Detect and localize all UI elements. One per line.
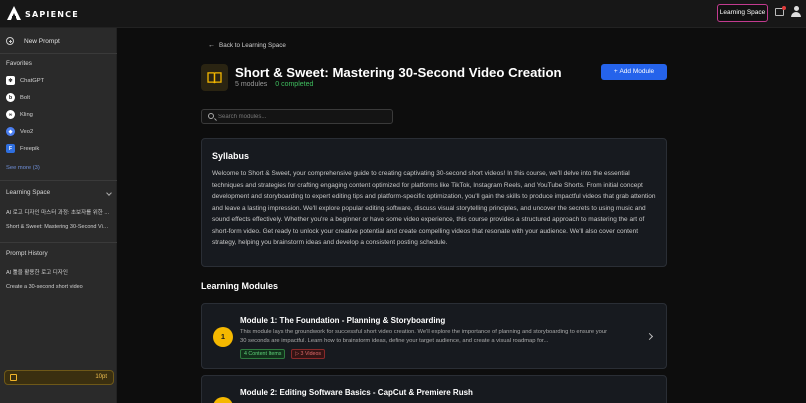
favorite-label: Bolt [20,94,30,101]
module-number: 2 [213,397,233,403]
prompt-history-item[interactable]: Create a 30-second short video [6,284,110,290]
favorite-item-veo2[interactable]: ◆ Veo2 [6,127,33,136]
sidebar-divider [0,53,117,54]
back-link[interactable]: ← Back to Learning Space [208,42,286,49]
see-more-link[interactable]: See more (3) [6,165,40,171]
user-icon-head [794,6,799,11]
syllabus-card: Syllabus Welcome to Short & Sweet, your … [201,138,667,267]
user-icon-body [791,12,801,17]
veo2-icon: ◆ [6,127,15,136]
image-gallery-icon[interactable] [775,6,786,16]
favorite-label: Freepik [20,145,40,152]
arrow-left-icon: ← [208,42,215,49]
videos-badge: ▷ 3 Videos [291,349,326,359]
favorite-label: Veo2 [20,128,34,135]
chatgpt-icon: ✻ [6,76,15,85]
kling-icon: ∞ [6,110,15,119]
chevron-right-icon[interactable] [645,332,654,341]
sapience-logo-icon [7,6,21,20]
module-title: Module 2: Editing Software Basics - CapC… [240,388,473,397]
course-meta: 5 modules 0 completed [235,81,313,88]
module-card[interactable]: 1 Module 1: The Foundation - Planning & … [201,303,667,369]
learning-space-item[interactable]: Short & Sweet: Mastering 30-Second Vid..… [6,224,110,230]
search-box[interactable] [201,109,393,124]
favorite-item-freepik[interactable]: F Freepik [6,144,39,153]
plus-circle-icon [6,37,14,45]
favorite-item-bolt[interactable]: b Bolt [6,93,30,102]
sidebar: New Prompt Favorites ✻ ChatGPT b Bolt ∞ … [0,28,117,403]
learning-space-heading: Learning Space [6,189,51,196]
freepik-icon: F [6,144,15,153]
module-card[interactable]: 2 Module 2: Editing Software Basics - Ca… [201,375,667,403]
add-module-button[interactable]: + Add Module [601,64,667,80]
brand-name: SAPIENCE [25,10,79,19]
syllabus-text: Welcome to Short & Sweet, your comprehen… [212,170,656,246]
learning-space-button[interactable]: Learning Space [717,4,768,22]
module-title: Module 1: The Foundation - Planning & St… [240,316,446,325]
credit-value: 10pt [95,374,107,380]
module-number: 1 [213,327,233,347]
module-count: 5 modules [235,81,268,88]
book-icon [207,72,222,84]
new-prompt-label: New Prompt [24,37,60,45]
search-input[interactable] [218,112,388,122]
prompt-history-heading: Prompt History [6,250,48,257]
favorite-label: Kling [20,111,33,118]
credit-balance[interactable]: 10pt [4,370,114,385]
sidebar-divider [0,180,117,181]
new-prompt-button[interactable]: New Prompt [6,37,60,45]
chevron-down-icon[interactable] [106,190,112,196]
course-icon [201,64,228,91]
syllabus-heading: Syllabus [212,151,250,161]
user-icon[interactable] [791,6,801,18]
favorite-item-kling[interactable]: ∞ Kling [6,110,33,119]
favorite-item-chatgpt[interactable]: ✻ ChatGPT [6,76,44,85]
course-title: Short & Sweet: Mastering 30-Second Video… [235,65,562,80]
sidebar-divider [0,242,117,243]
favorite-label: ChatGPT [20,77,45,84]
module-description: This module lays the groundwork for succ… [240,329,608,344]
learning-space-item[interactable]: AI 로고 디자인 마스터 과정: 초보자를 위한 ... [6,208,110,216]
content-items-badge: 4 Content Items [240,349,286,359]
completed-count: 0 completed [275,81,314,88]
logo[interactable]: SAPIENCE [6,5,79,21]
learning-modules-heading: Learning Modules [201,281,279,291]
favorites-heading: Favorites [6,60,32,67]
top-bar: SAPIENCE Learning Space [0,0,806,28]
prompt-history-item[interactable]: AI 툴을 활용한 로고 디자인 [6,268,110,276]
add-module-label: Add Module [619,68,655,75]
back-label: Back to Learning Space [219,42,286,49]
main-content: ← Back to Learning Space Short & Sweet: … [118,28,806,403]
coin-icon [10,374,17,381]
search-icon [208,113,214,119]
bolt-icon: b [6,93,15,102]
